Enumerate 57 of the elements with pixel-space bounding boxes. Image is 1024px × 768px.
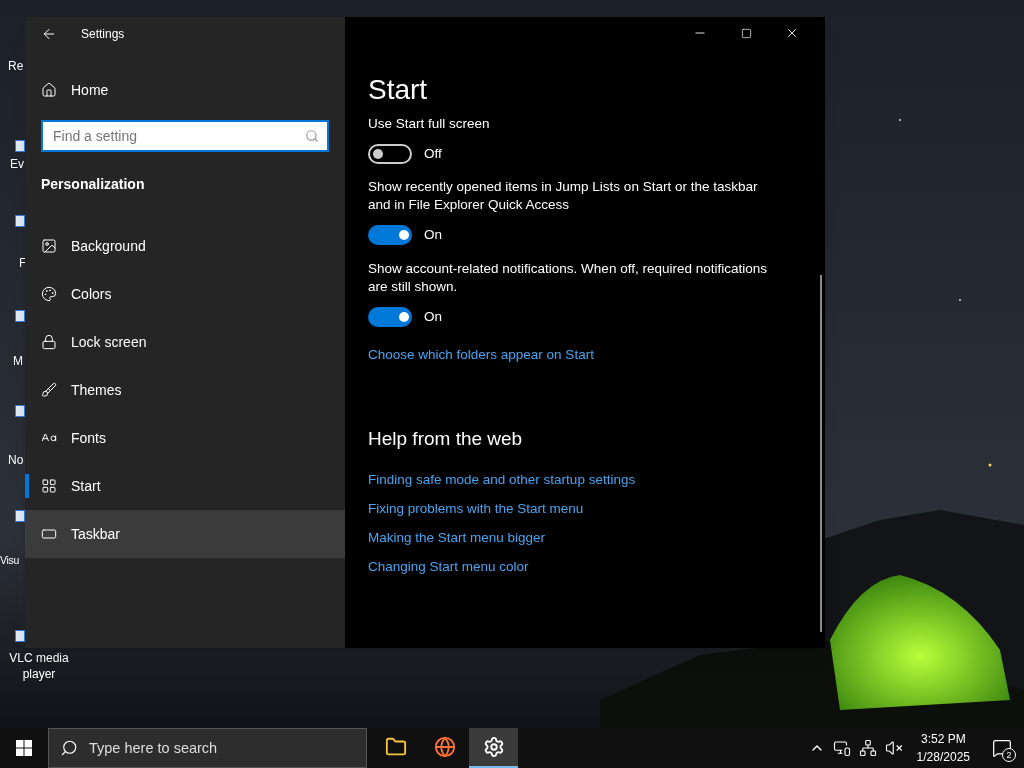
grid-icon: [41, 478, 57, 494]
toggle-switch[interactable]: [368, 225, 412, 246]
folders-link[interactable]: Choose which folders appear on Start: [368, 344, 594, 365]
nav-item[interactable]: Taskbar: [25, 510, 345, 558]
windows-logo-icon: [16, 740, 32, 756]
setting-label: Show recently opened items in Jump Lists on Start or the taskbar and in File Explorer Quick Access: [368, 178, 759, 215]
help-link[interactable]: Finding safe mode and other startup settings: [368, 469, 636, 490]
taskbar-icon: [41, 526, 57, 542]
help-link[interactable]: Fixing problems with the Start menu: [368, 498, 584, 519]
help-link[interactable]: Changing Start menu color: [368, 557, 529, 578]
nav-item[interactable]: Colors: [25, 270, 345, 318]
toggle-switch[interactable]: [368, 144, 412, 165]
nav-item[interactable]: Background: [25, 222, 345, 270]
notification-count: 2: [1002, 748, 1016, 762]
search-icon: [60, 739, 78, 757]
taskbar-search-field[interactable]: Type here to search: [48, 728, 367, 768]
setting-label: Use Start full screen: [368, 115, 491, 133]
desktop-icon-label: M: [13, 353, 23, 369]
palette-icon: [41, 286, 57, 302]
window-title: Settings: [81, 25, 125, 43]
toggle-state: On: [424, 307, 442, 326]
desktop-icon-label: Visu: [0, 553, 20, 568]
globe-icon: [433, 736, 456, 758]
desktop-icon-label: VLC media player: [8, 650, 70, 682]
volume-muted-icon[interactable]: [884, 739, 903, 757]
search-icon: [305, 129, 319, 143]
search-field[interactable]: Find a setting: [41, 120, 329, 152]
nav-item[interactable]: Themes: [25, 366, 345, 414]
scrollbar[interactable]: [820, 275, 822, 632]
setting-label: Show account-related notifications. When off, required notifications are still shown.: [368, 259, 768, 296]
help-link[interactable]: Making the Start menu bigger: [368, 528, 546, 549]
clock[interactable]: 3:52 PM 1/28/2025: [906, 730, 980, 766]
time: 3:52 PM: [920, 731, 966, 748]
network-icon[interactable]: [858, 739, 877, 757]
date: 1/28/2025: [916, 749, 970, 766]
brush-icon: [41, 382, 57, 398]
desktop-icon-label: Ev: [10, 156, 24, 172]
device-icon[interactable]: [832, 739, 851, 757]
nav-item[interactable]: Start: [25, 462, 345, 510]
toggle-state: Off: [424, 145, 442, 163]
image-icon: [41, 238, 57, 254]
desktop-icon-label: No: [8, 452, 24, 468]
section-heading: Personalization: [41, 175, 146, 194]
page-title: Start: [368, 73, 429, 107]
notifications-button[interactable]: 2: [980, 728, 1024, 768]
toggle-switch[interactable]: [368, 306, 412, 327]
lock-icon: [41, 334, 57, 350]
desktop-icon-label: Re: [8, 58, 24, 74]
toggle-state: On: [424, 226, 442, 245]
taskbar-app[interactable]: [469, 728, 518, 768]
folder-icon: [384, 736, 407, 758]
home-item[interactable]: Home: [25, 66, 345, 114]
help-heading: Help from the web: [368, 427, 524, 451]
settings-icon: [482, 736, 505, 758]
nav-item[interactable]: Lock screen: [25, 318, 345, 366]
home-icon: [41, 82, 57, 98]
nav-item[interactable]: Fonts: [25, 414, 345, 462]
